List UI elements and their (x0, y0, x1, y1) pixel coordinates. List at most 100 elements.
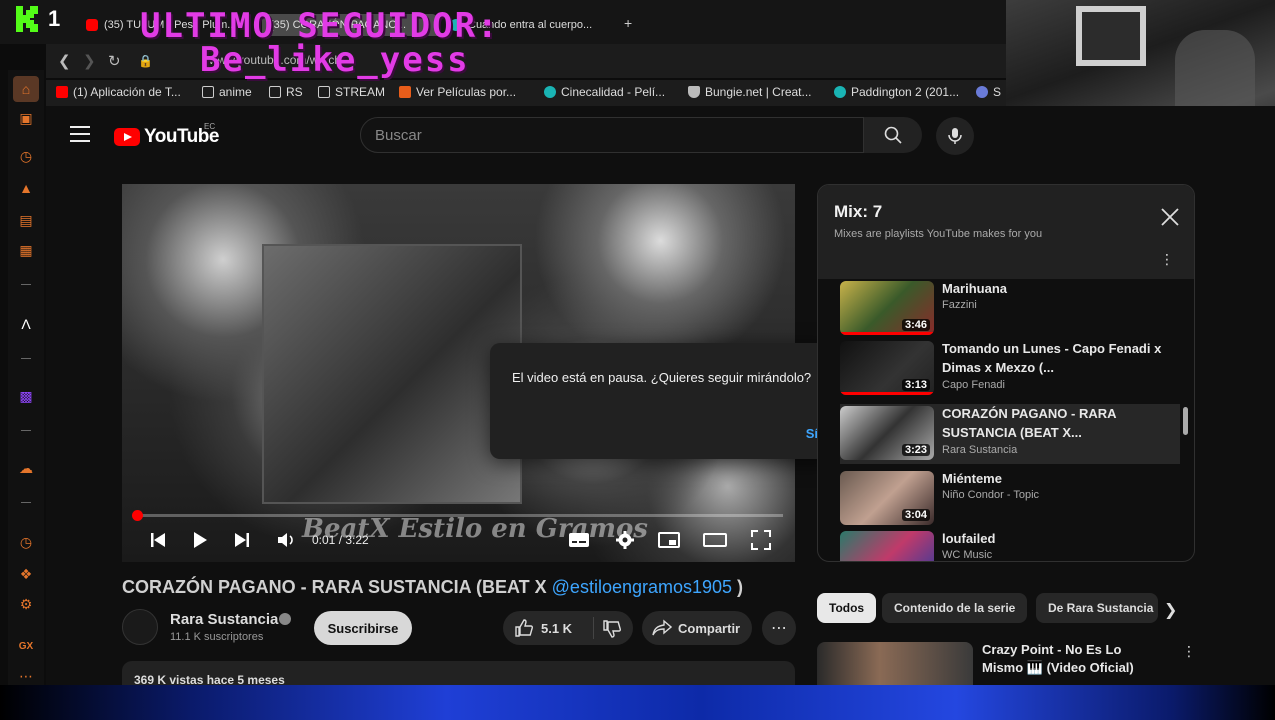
speed-icon[interactable]: ◷ (16, 146, 36, 166)
chip-series[interactable]: Contenido de la serie (882, 593, 1028, 623)
channel-avatar[interactable] (122, 609, 158, 645)
volume-button[interactable] (274, 528, 298, 552)
mix-item[interactable]: 3:46 Marihuana Fazzini (840, 279, 1180, 339)
mix-item-duration: 3:46 (901, 319, 930, 331)
progress-bar[interactable] (132, 510, 783, 521)
sidebar-divider (21, 430, 31, 431)
recommendation-thumbnail[interactable] (817, 642, 973, 685)
bookmark-label: (1) Aplicación de T... (73, 85, 181, 99)
recommendation-menu-icon[interactable]: ⋮ (1182, 643, 1196, 660)
bookmark-folder[interactable]: RS (269, 85, 303, 99)
reload-icon[interactable]: ↻ (108, 52, 121, 70)
home-icon[interactable]: ⌂ (13, 76, 39, 102)
mix-item-duration: 3:23 (901, 444, 930, 456)
settings-icon[interactable]: ⚙ (16, 594, 36, 614)
more-actions-icon[interactable]: ⋯ (762, 611, 796, 645)
extensions-icon[interactable]: ❖ (16, 564, 36, 584)
mix-menu-icon[interactable]: ⋮ (1160, 251, 1174, 268)
bookmark-label: Bungie.net | Creat... (705, 85, 812, 99)
mix-subtitle: Mixes are playlists YouTube makes for yo… (834, 228, 1043, 240)
more-icon[interactable]: ⋯ (16, 666, 36, 686)
channel-name[interactable]: Rara Sustancia (170, 611, 278, 628)
hamburger-menu-icon[interactable] (70, 126, 90, 142)
forward-icon[interactable]: ❯ (83, 52, 96, 70)
skip-next-icon (235, 533, 249, 547)
subscribe-button[interactable]: Suscribirse (314, 611, 412, 645)
site-favicon-icon (544, 86, 556, 98)
bottom-stream-strip (0, 685, 1275, 720)
mix-scrollbar[interactable] (1183, 407, 1188, 435)
bookmark-label: Cinecalidad - Pelí... (561, 85, 666, 99)
bookmark-item[interactable]: Cinecalidad - Pelí... (544, 85, 665, 99)
pause-dialog: El video está en pausa. ¿Quieres seguir … (490, 343, 840, 459)
dislike-icon[interactable] (603, 620, 621, 638)
sidebar-divider (21, 502, 31, 503)
share-button[interactable]: Compartir (642, 611, 752, 645)
mix-item-thumbnail: 2:36 (840, 531, 934, 561)
like-icon[interactable] (515, 619, 533, 637)
back-icon[interactable]: ❮ (58, 52, 71, 70)
bookmark-item[interactable]: Paddington 2 (201... (834, 85, 959, 99)
fullscreen-icon (751, 530, 771, 550)
microphone-icon (948, 128, 962, 144)
mix-item[interactable]: 3:13 Tomando un Lunes - Capo Fenadi x Dim… (840, 339, 1180, 399)
chevron-right-icon[interactable]: ❯ (1164, 600, 1177, 620)
mix-item[interactable]: 3:23 CORAZÓN PAGANO - RARA SUSTANCIA (BEA… (840, 404, 1180, 464)
theater-mode-button[interactable] (702, 528, 728, 552)
settings-button[interactable] (612, 528, 638, 552)
bookmark-label: RS (286, 85, 303, 99)
bookmark-item[interactable]: Ver Películas por... (399, 85, 516, 99)
mix-item[interactable]: 3:04 Miénteme Niño Condor - Topic (840, 469, 1180, 529)
twitch-icon[interactable]: ▩ (16, 386, 36, 406)
site-favicon-icon (834, 86, 846, 98)
folder-icon (318, 86, 330, 98)
fullscreen-button[interactable] (748, 528, 774, 552)
search-input[interactable]: Buscar (360, 117, 864, 153)
like-dislike-group: 5.1 K (503, 611, 633, 645)
new-tab-button[interactable]: + (624, 15, 632, 31)
mix-title: Mix: 7 (834, 202, 883, 221)
app-a-icon[interactable]: Λ (16, 314, 36, 334)
mix-item[interactable]: 2:36 loufailed WC Music (840, 529, 1180, 561)
bookmark-folder[interactable]: anime (202, 85, 252, 99)
messenger-icon[interactable]: ▦ (16, 240, 36, 260)
subtitles-button[interactable] (566, 528, 592, 552)
gamepad-icon[interactable]: ▣ (16, 108, 36, 128)
chip-channel[interactable]: De Rara Sustancia (1036, 593, 1158, 623)
bookmark-folder[interactable]: STREAM (318, 85, 385, 99)
chip-all[interactable]: Todos (817, 593, 877, 623)
search-button[interactable] (864, 117, 922, 153)
gx-icon[interactable]: GX (16, 636, 36, 656)
bookmark-item[interactable]: Bungie.net | Creat... (688, 85, 812, 99)
lock-icon[interactable]: 🔒 (138, 54, 153, 68)
play-button[interactable] (188, 528, 212, 552)
news-icon[interactable]: ▤ (16, 210, 36, 230)
description-box[interactable]: 369 K vistas hace 5 meses (122, 661, 795, 685)
bookmark-item[interactable]: (1) Aplicación de T... (56, 85, 181, 99)
history-icon[interactable]: ◷ (16, 532, 36, 552)
channel-mention-link[interactable]: @estiloengramos1905 (552, 577, 732, 597)
store-icon[interactable]: ▲ (16, 178, 36, 198)
miniplayer-icon (658, 532, 680, 548)
mix-item-channel: Rara Sustancia (942, 444, 1018, 456)
video-title: CORAZÓN PAGANO - RARA SUSTANCIA (BEAT X … (122, 577, 743, 598)
recommendation-title[interactable]: Crazy Point - No Es Lo Mismo 🎹 (Video Of… (982, 641, 1162, 677)
close-icon[interactable] (1160, 207, 1180, 227)
previous-button[interactable] (146, 528, 170, 552)
voice-search-button[interactable] (936, 117, 974, 155)
soundcloud-icon[interactable]: ☁ (16, 458, 36, 478)
bookmark-label: anime (219, 85, 252, 99)
bookmark-item[interactable]: S (976, 85, 1001, 99)
search-icon (884, 126, 902, 144)
sidebar-divider (21, 358, 31, 359)
mix-item-watched-bar (840, 392, 934, 395)
miniplayer-button[interactable] (656, 528, 682, 552)
volume-icon (278, 533, 293, 547)
next-button[interactable] (230, 528, 254, 552)
mix-item-thumbnail: 3:46 (840, 281, 934, 335)
youtube-page: YouTube EC Buscar BeatX Estilo en Gramos (46, 106, 1275, 685)
shield-icon (688, 86, 700, 98)
theater-icon (703, 533, 727, 547)
youtube-favicon-icon (86, 19, 98, 31)
mix-item-thumbnail: 3:23 (840, 406, 934, 460)
